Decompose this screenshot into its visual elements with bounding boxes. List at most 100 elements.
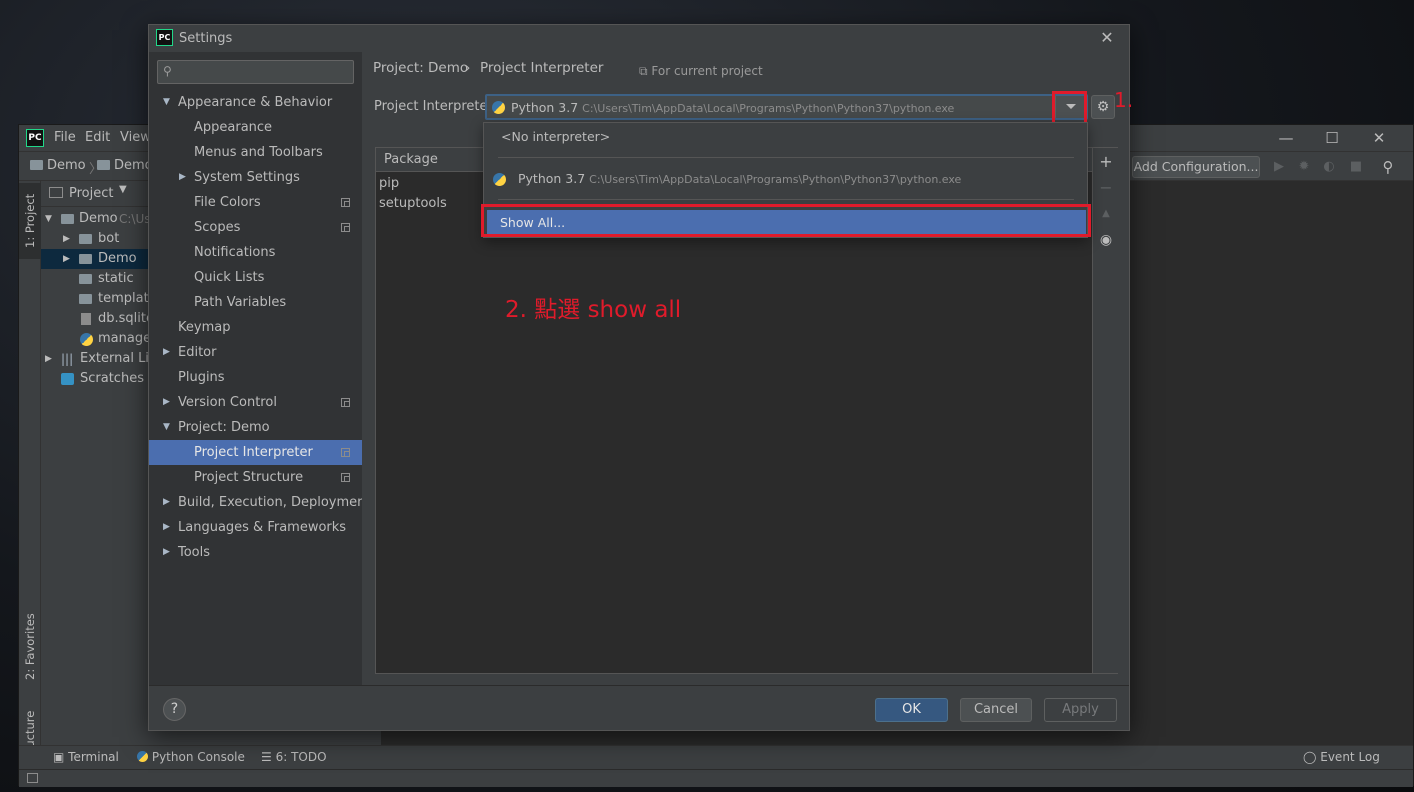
breadcrumb-project-interpreter: Project Interpreter (480, 60, 604, 76)
package-tools: + − ▲ ◉ (1092, 148, 1118, 673)
chevron-down-icon: ▼ (163, 422, 170, 432)
option-python-37[interactable]: Python 3.7 C:\Users\Tim\AppData\Local\Pr… (518, 171, 961, 186)
breadcrumb-project-demo: Project: Demo (373, 60, 469, 76)
add-package-icon[interactable]: + (1093, 151, 1119, 173)
apply-button[interactable]: Apply (1044, 698, 1117, 722)
todo-icon: ☰ (261, 750, 276, 764)
python-file-icon (80, 333, 93, 346)
nav-languages-frameworks[interactable]: ▶ Languages & Frameworks (149, 515, 362, 540)
nav-appearance-behavior[interactable]: ▼ Appearance & Behavior (149, 90, 362, 115)
tab-todo[interactable]: ☰ 6: TODO (261, 750, 327, 764)
option-no-interpreter[interactable]: <No interpreter> (501, 129, 610, 144)
maximize-icon[interactable]: ☐ (1322, 128, 1342, 148)
nav-system-settings[interactable]: ▶ System Settings (149, 165, 362, 190)
settings-content: Project: Demo › Project Interpreter ⧉ Fo… (362, 52, 1133, 685)
chevron-right-icon: ▶ (63, 254, 70, 264)
nav-project-interpreter[interactable]: Project Interpreter (149, 440, 362, 465)
pycharm-logo-icon: PC (156, 29, 173, 46)
chevron-down-icon: ▼ (163, 97, 170, 107)
tab-project[interactable]: 1: Project (19, 183, 41, 259)
help-button[interactable]: ? (163, 698, 186, 721)
search-everywhere-icon[interactable]: ⚲ (1381, 160, 1395, 175)
divider (498, 157, 1074, 158)
left-tool-strip: 1: Project 2: Favorites 7: Structure (19, 181, 41, 779)
dialog-titlebar: PC Settings ✕ (149, 25, 1129, 52)
settings-sidebar: ⚲ ▼ Appearance & Behavior Appearance Men… (149, 52, 370, 685)
nav-build-execution-deployment[interactable]: ▶ Build, Execution, Deployment (149, 490, 370, 515)
menu-view[interactable]: View (120, 130, 151, 145)
settings-search-field[interactable] (180, 63, 350, 81)
search-icon: ⚲ (163, 64, 172, 78)
column-package[interactable]: Package (384, 152, 438, 167)
nav-editor[interactable]: ▶ Editor (149, 340, 362, 365)
project-scope-icon (341, 398, 350, 407)
add-configuration-button[interactable]: Add Configuration... (1132, 156, 1260, 178)
for-current-project-note: ⧉ For current project (639, 64, 763, 78)
tab-terminal[interactable]: ▣ Terminal (53, 750, 119, 764)
tab-favorites[interactable]: 2: Favorites (19, 601, 41, 693)
nav-quick-lists[interactable]: Quick Lists (149, 265, 362, 290)
chevron-down-icon[interactable]: ▼ (119, 184, 127, 195)
chevron-right-icon: ▶ (45, 354, 52, 364)
upgrade-package-icon[interactable]: ▲ (1093, 203, 1119, 225)
nav-notifications[interactable]: Notifications (149, 240, 362, 265)
coverage-icon[interactable]: ◐ (1322, 160, 1336, 174)
nav-scopes[interactable]: Scopes (149, 215, 362, 240)
project-scope-icon: ⧉ (639, 64, 652, 78)
folder-icon (61, 214, 74, 224)
project-view-label[interactable]: Project (69, 186, 113, 201)
toggle-tool-windows-icon[interactable] (27, 773, 38, 783)
nav-plugins[interactable]: Plugins (149, 365, 362, 390)
nav-keymap[interactable]: Keymap (149, 315, 362, 340)
nav-version-control[interactable]: ▶ Version Control (149, 390, 362, 415)
database-file-icon (81, 313, 91, 325)
cancel-button[interactable]: Cancel (960, 698, 1032, 722)
project-scope-icon (341, 198, 350, 207)
nav-path-variables[interactable]: Path Variables (149, 290, 362, 315)
nav-appearance[interactable]: Appearance (149, 115, 362, 140)
nav-tools[interactable]: ▶ Tools (149, 540, 362, 565)
status-bar (19, 769, 1413, 787)
chevron-right-icon: ▶ (163, 547, 170, 557)
divider (498, 199, 1074, 200)
settings-search-input[interactable]: ⚲ (157, 60, 354, 84)
table-row[interactable]: pip (379, 176, 399, 191)
terminal-icon: ▣ (53, 750, 69, 764)
chevron-right-icon: ▶ (63, 234, 70, 244)
folder-icon (79, 274, 92, 284)
minimize-icon[interactable]: — (1276, 128, 1296, 148)
annotation-highlight-dropdown (1052, 91, 1087, 125)
interpreter-label: Project Interpreter: (374, 99, 498, 114)
nav-file-colors[interactable]: File Colors (149, 190, 362, 215)
remove-package-icon[interactable]: − (1093, 177, 1119, 199)
menu-edit[interactable]: Edit (85, 130, 110, 145)
stop-icon[interactable]: ■ (1349, 160, 1363, 174)
annotation-step-2: 2. 點選 show all (505, 297, 682, 323)
ok-button[interactable]: OK (875, 698, 948, 722)
gear-icon[interactable]: ⚙ (1091, 95, 1115, 119)
close-icon[interactable]: ✕ (1097, 28, 1117, 48)
chevron-right-icon: ▶ (163, 347, 170, 357)
tab-python-console[interactable]: Python Console (137, 750, 245, 764)
folder-icon (79, 254, 92, 264)
chevron-right-icon: ▶ (163, 522, 170, 532)
pycharm-logo-icon: PC (26, 129, 44, 147)
close-icon[interactable]: ✕ (1369, 128, 1389, 148)
breadcrumb-demo-sub[interactable]: Demo (97, 158, 153, 173)
nav-project-structure[interactable]: Project Structure (149, 465, 362, 490)
debug-icon[interactable]: ✹ (1297, 160, 1311, 174)
chevron-right-icon: ▶ (179, 172, 186, 182)
nav-project-demo[interactable]: ▼ Project: Demo (149, 415, 362, 440)
menu-file[interactable]: File (54, 130, 76, 145)
breadcrumb-demo[interactable]: Demo (30, 158, 86, 173)
run-icon[interactable]: ▶ (1272, 160, 1286, 174)
nav-menus-toolbars[interactable]: Menus and Toolbars (149, 140, 362, 165)
tab-event-log[interactable]: ◯ Event Log (1303, 750, 1380, 764)
folder-icon (97, 160, 110, 170)
breadcrumb-separator: › (465, 60, 471, 76)
interpreter-combobox[interactable]: Python 3.7 C:\Users\Tim\AppData\Local\Pr… (485, 94, 1088, 120)
eye-icon[interactable]: ◉ (1093, 229, 1119, 251)
annotation-highlight-show-all (481, 204, 1091, 237)
table-row[interactable]: setuptools (379, 196, 447, 211)
chevron-right-icon: ▶ (163, 397, 170, 407)
